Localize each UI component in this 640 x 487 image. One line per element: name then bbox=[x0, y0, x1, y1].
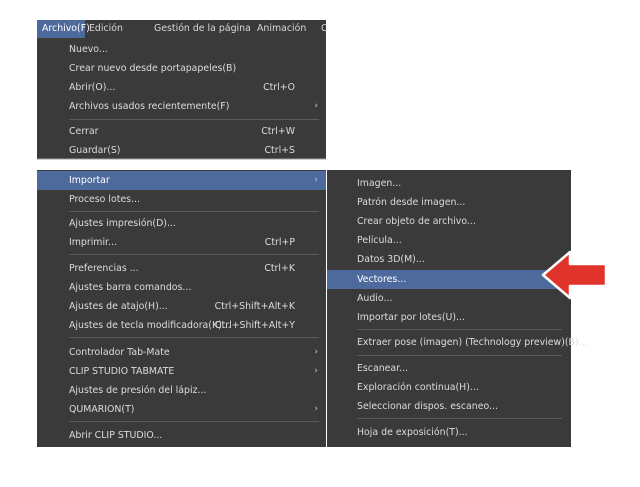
submenu-item-escanear[interactable]: Escanear... bbox=[327, 359, 571, 378]
import-submenu: Imagen... Patrón desde imagen... Crear o… bbox=[327, 170, 588, 447]
menu-item-ajustes-atajo[interactable]: Ajustes de atajo(H)... Ctrl+Shift+Alt+K bbox=[37, 297, 326, 316]
menu-item-abrir[interactable]: Abrir(O)... Ctrl+O bbox=[37, 78, 326, 97]
menu-item-abrir-clip-studio[interactable]: Abrir CLIP STUDIO... bbox=[37, 426, 326, 445]
menu-item-tecla-modificadora[interactable]: Ajustes de tecla modificadora(K)... Ctrl… bbox=[37, 316, 326, 335]
file-menu-top: Nuevo... Crear nuevo desde portapapeles(… bbox=[37, 38, 326, 163]
menu-item-tabmate[interactable]: CLIP STUDIO TABMATE › bbox=[37, 362, 326, 381]
submenu-item-extraer-pose[interactable]: Extraer pose (imagen) (Technology previe… bbox=[327, 333, 588, 352]
menu-item-preferencias[interactable]: Preferencias ... Ctrl+K bbox=[37, 259, 326, 278]
submenu-item-patron[interactable]: Patrón desde imagen... bbox=[327, 193, 571, 212]
menu-item-nuevo[interactable]: Nuevo... bbox=[37, 40, 326, 59]
menu-item-presion-lapiz[interactable]: Ajustes de presión del lápiz... bbox=[37, 381, 326, 400]
menu-separator bbox=[69, 119, 319, 120]
menu-item-ajustes-impresion[interactable]: Ajustes impresión(D)... bbox=[37, 214, 326, 233]
menu-separator bbox=[69, 211, 319, 212]
chevron-right-icon: › bbox=[314, 404, 318, 414]
menu-item-cerrar[interactable]: Cerrar Ctrl+W bbox=[37, 122, 326, 141]
submenu-item-datos-3d[interactable]: Datos 3D(M)... bbox=[327, 250, 571, 269]
menu-item-tab-mate[interactable]: Controlador Tab-Mate › bbox=[37, 343, 326, 362]
menu-item-crear-portapapeles[interactable]: Crear nuevo desde portapapeles(B) bbox=[37, 59, 326, 78]
menu-item-qumarion[interactable]: QUMARION(T) › bbox=[37, 400, 326, 419]
menu-gestion-pagina[interactable]: Gestión de la página bbox=[154, 20, 251, 38]
menu-separator bbox=[69, 254, 319, 255]
menu-separator bbox=[69, 421, 319, 422]
chevron-right-icon: › bbox=[314, 347, 318, 357]
menu-item-recientes[interactable]: Archivos usados recientemente(F) › bbox=[37, 97, 326, 116]
menu-item-proceso-lotes[interactable]: Proceso lotes... bbox=[37, 190, 326, 209]
file-menu-bottom: Importar › Proceso lotes... Ajustes impr… bbox=[37, 170, 326, 447]
menu-item-importar[interactable]: Importar › bbox=[37, 171, 326, 190]
submenu-item-hoja-exposicion[interactable]: Hoja de exposición(T)... bbox=[327, 423, 571, 442]
menu-archivo[interactable]: Archivo(F) bbox=[37, 20, 90, 38]
submenu-item-audio[interactable]: Audio... bbox=[327, 289, 571, 308]
pointer-arrow-icon bbox=[541, 250, 608, 300]
menu-separator bbox=[357, 329, 562, 330]
chevron-right-icon: › bbox=[314, 175, 318, 185]
menu-item-barra-comandos[interactable]: Ajustes barra comandos... bbox=[37, 278, 326, 297]
submenu-item-objeto-archivo[interactable]: Crear objeto de archivo... bbox=[327, 212, 571, 231]
chevron-right-icon: › bbox=[314, 101, 318, 111]
menu-bar: Archivo(F) Edición Gestión de la página … bbox=[37, 20, 328, 38]
submenu-item-imagen[interactable]: Imagen... bbox=[327, 174, 571, 193]
submenu-item-pelicula[interactable]: Película... bbox=[327, 231, 571, 250]
submenu-item-importar-lotes[interactable]: Importar por lotes(U)... bbox=[327, 308, 571, 327]
menu-separator bbox=[69, 337, 319, 338]
submenu-item-dispos-escaneo[interactable]: Seleccionar dispos. escaneo... bbox=[327, 397, 571, 416]
submenu-item-vectores[interactable]: Vectores... bbox=[327, 270, 571, 289]
menu-separator bbox=[357, 418, 562, 419]
submenu-item-exploracion-continua[interactable]: Exploración continua(H)... bbox=[327, 378, 571, 397]
menu-separator bbox=[357, 355, 562, 356]
chevron-right-icon: › bbox=[314, 366, 318, 376]
menu-truncated[interactable]: C bbox=[321, 20, 328, 38]
menu-edicion[interactable]: Edición bbox=[89, 20, 123, 38]
menu-animacion[interactable]: Animación bbox=[257, 20, 306, 38]
menu-item-imprimir[interactable]: Imprimir... Ctrl+P bbox=[37, 233, 326, 252]
